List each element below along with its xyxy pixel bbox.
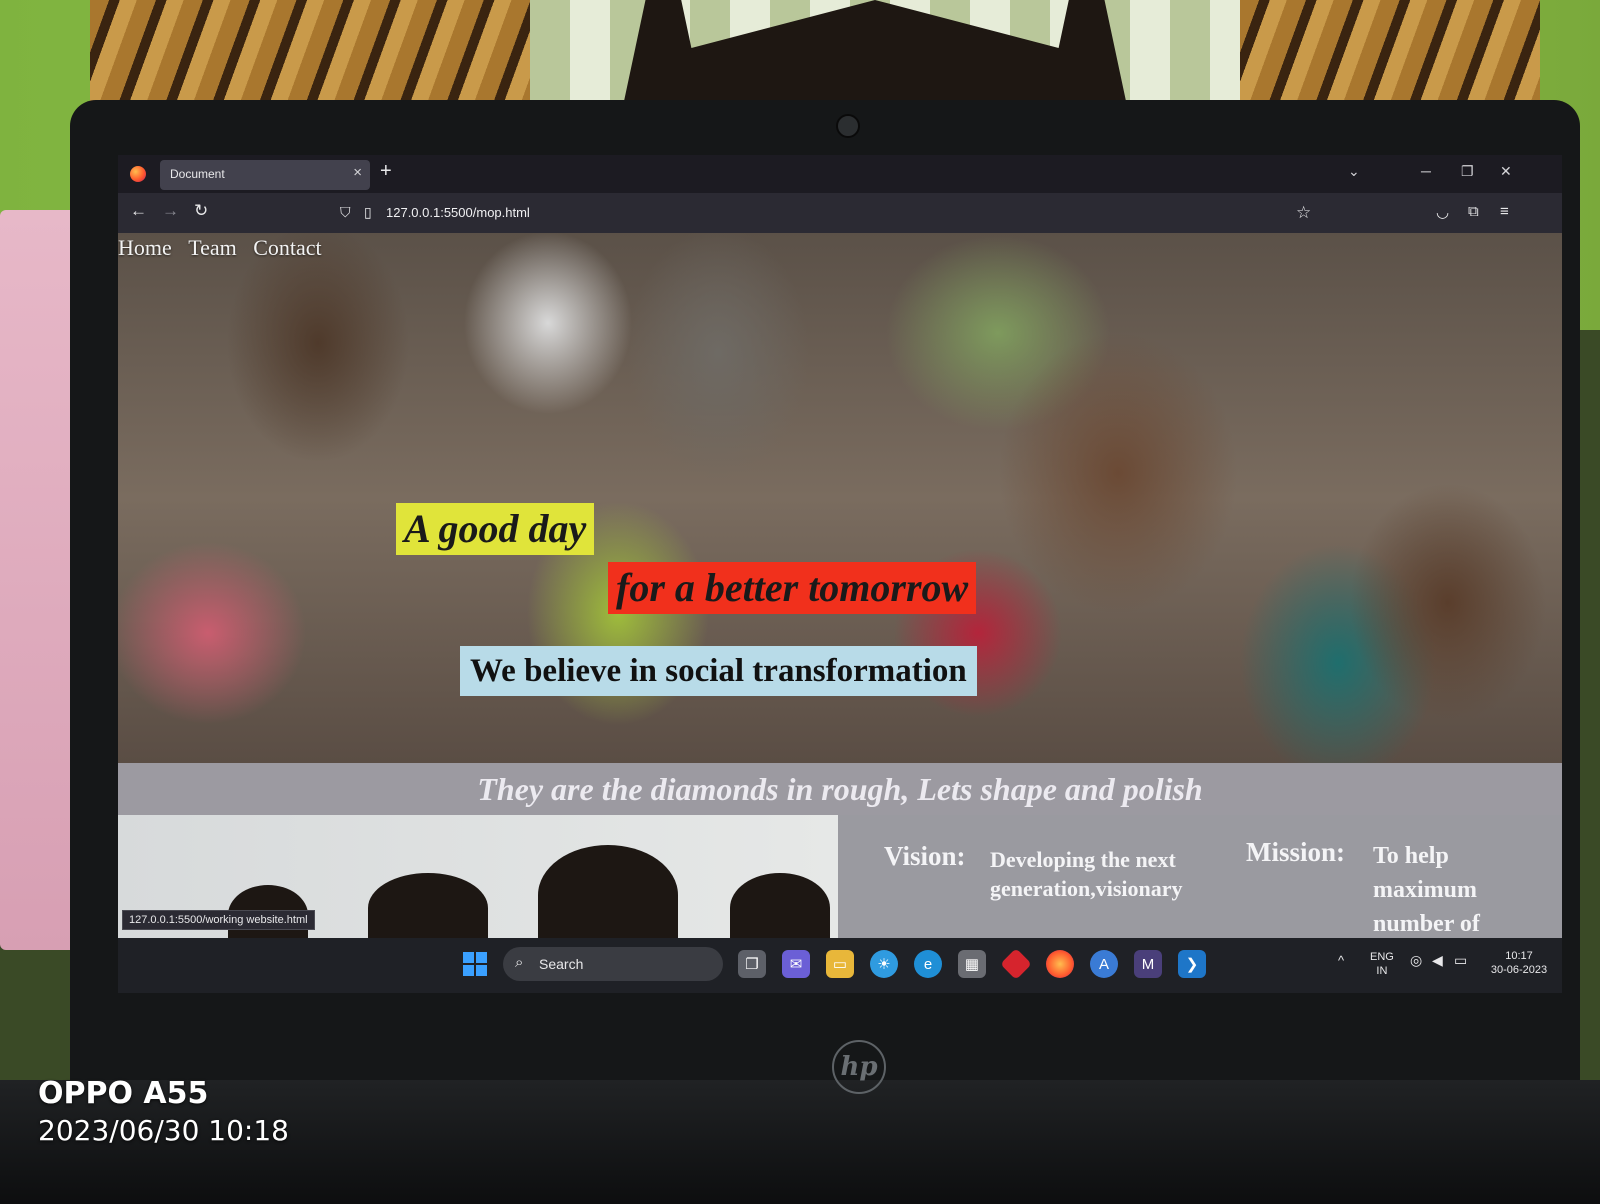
menu-icon[interactable]: ≡ — [1500, 203, 1509, 220]
start-button[interactable] — [463, 952, 487, 976]
reload-icon[interactable]: ↻ — [194, 201, 208, 221]
chat-icon[interactable]: ✉ — [782, 950, 810, 978]
app-a-icon[interactable]: A — [1090, 950, 1118, 978]
taskbar-search[interactable]: ⌕ Search — [503, 947, 723, 981]
webcam-icon — [836, 114, 860, 138]
link-status-tooltip: 127.0.0.1:5500/working website.html — [122, 910, 315, 930]
store-icon[interactable]: ▦ — [958, 950, 986, 978]
nav-contact-link[interactable]: Contact — [253, 235, 321, 260]
app-diamond-icon[interactable] — [1000, 948, 1032, 980]
hp-logo: hp — [832, 1040, 886, 1094]
child-head — [538, 845, 678, 938]
window-close-icon[interactable]: ✕ — [1500, 163, 1512, 180]
page-viewport: Home Team Contact A good day for a bette… — [118, 233, 1562, 938]
vision-label: Vision: — [884, 841, 966, 871]
new-tab-button[interactable]: + — [380, 160, 392, 183]
headline-good-day: A good day — [396, 503, 595, 555]
tab-close-icon[interactable]: × — [353, 164, 362, 181]
laptop-screen: Document × + ⌄ ─ ❐ ✕ ← → ↻ ⛉ ▯ 127.0.0.1… — [118, 155, 1562, 993]
battery-icon[interactable]: ▭ — [1454, 953, 1467, 967]
edge-icon[interactable]: e — [914, 950, 942, 978]
vscode-icon[interactable]: ❯ — [1178, 950, 1206, 978]
task-view-icon[interactable]: ❐ — [738, 950, 766, 978]
headline-social-transformation: We believe in social transformation — [460, 646, 977, 696]
browser-tab[interactable]: Document × — [160, 160, 370, 190]
tab-list-icon[interactable]: ⌄ — [1348, 163, 1360, 180]
app-m-icon[interactable]: M — [1134, 950, 1162, 978]
language-indicator[interactable]: ENG IN — [1370, 950, 1394, 978]
address-bar[interactable]: ⛉ ▯ 127.0.0.1:5500/mop.html ☆ — [338, 198, 1318, 228]
file-explorer-icon[interactable]: ▭ — [826, 950, 854, 978]
lang-region: IN — [1376, 965, 1388, 977]
firefox-icon — [130, 166, 146, 182]
mission-text: To help maximum number of — [1373, 843, 1480, 937]
child-head — [730, 873, 830, 938]
nav-team-link[interactable]: Team — [188, 235, 237, 260]
restore-icon[interactable]: ❐ — [1461, 163, 1474, 180]
bookmark-star-icon[interactable]: ☆ — [1296, 203, 1311, 223]
back-icon[interactable]: ← — [130, 201, 147, 221]
volume-icon[interactable]: ◀ — [1432, 953, 1443, 967]
tagline-band: They are the diamonds in rough, Lets sha… — [118, 763, 1562, 815]
hero-image: Home Team Contact A good day for a bette… — [118, 233, 1562, 763]
search-icon: ⌕ — [515, 954, 524, 971]
clock[interactable]: 10:17 30-06-2023 — [1486, 949, 1552, 977]
nav-home-link[interactable]: Home — [118, 235, 172, 260]
windows-taskbar: ⌕ Search ❐ ✉ ▭ ☀ e ▦ A M ❯ ^ ENG IN ◎ ◀ … — [118, 938, 1562, 993]
search-label: Search — [539, 956, 584, 972]
lang-code: ENG — [1370, 951, 1394, 963]
mission-label: Mission: — [1246, 837, 1346, 867]
tab-title: Document — [170, 167, 225, 181]
forward-icon[interactable]: → — [162, 201, 179, 221]
clock-time: 10:17 — [1505, 950, 1533, 962]
headline-better-tomorrow: for a better tomorrow — [608, 562, 977, 614]
child-head — [368, 873, 488, 938]
weather-icon[interactable]: ☀ — [870, 950, 898, 978]
browser-tab-bar: Document × + ⌄ ─ ❐ ✕ — [118, 155, 1562, 193]
vision-text: Developing the next generation,visionary — [990, 847, 1183, 901]
network-icon[interactable]: ◎ — [1410, 953, 1422, 967]
camera-watermark-timestamp: 2023/06/30 10:18 — [38, 1114, 289, 1147]
url-text[interactable]: 127.0.0.1:5500/mop.html — [386, 205, 530, 220]
firefox-taskbar-icon[interactable] — [1046, 950, 1074, 978]
camera-watermark-device: OPPO A55 — [38, 1076, 209, 1111]
tray-overflow-icon[interactable]: ^ — [1338, 954, 1344, 968]
extensions-icon[interactable]: ⧉ — [1468, 203, 1479, 220]
clock-date: 30-06-2023 — [1490, 964, 1548, 976]
site-nav: Home Team Contact — [118, 235, 334, 261]
shield-icon[interactable]: ⛉ — [340, 204, 351, 221]
pocket-icon[interactable]: ◡ — [1436, 203, 1449, 221]
browser-toolbar: ← → ↻ ⛉ ▯ 127.0.0.1:5500/mop.html ☆ ◡ ⧉ … — [118, 193, 1562, 233]
minimize-icon[interactable]: ─ — [1421, 163, 1431, 179]
page-icon: ▯ — [364, 204, 372, 220]
